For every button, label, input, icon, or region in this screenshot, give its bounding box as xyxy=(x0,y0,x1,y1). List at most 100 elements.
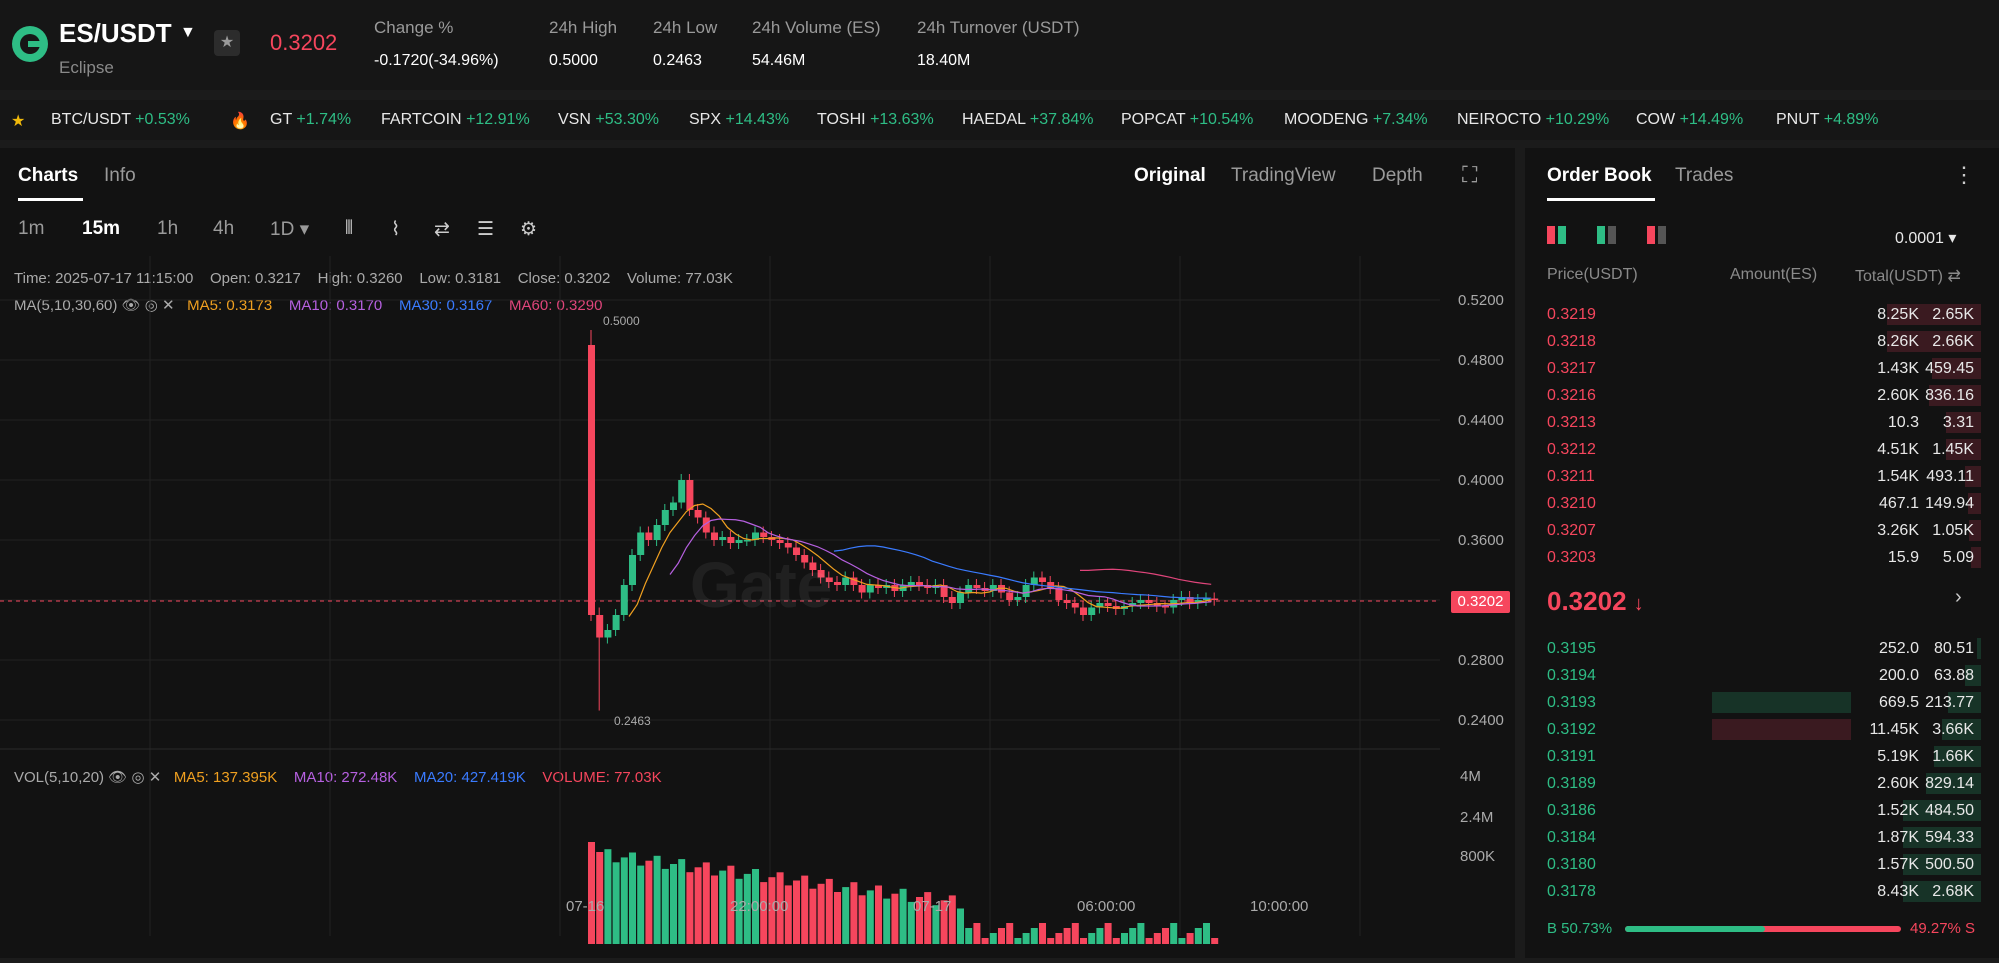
list-icon[interactable]: ☰ xyxy=(477,218,494,241)
timeframe-4h[interactable]: 4h xyxy=(213,218,234,240)
stat-value-turnover: 18.40M xyxy=(917,52,971,69)
timeframe-1h[interactable]: 1h xyxy=(157,218,178,240)
ob-total: 594.33 xyxy=(1925,829,1974,846)
candle xyxy=(1006,592,1014,600)
ticker-item[interactable]: VSN +53.30% xyxy=(558,111,659,129)
timeframe-1m[interactable]: 1m xyxy=(18,218,44,240)
view-both-icon[interactable] xyxy=(1547,226,1566,249)
stat-value-volume: 54.46M xyxy=(752,52,806,69)
candle xyxy=(1014,597,1022,600)
bid-row[interactable]: 0.3180 1.57K 500.50 xyxy=(1525,851,1999,878)
header-total: Total(USDT) ⇄ xyxy=(1855,268,1961,285)
bid-row[interactable]: 0.3186 1.52K 484.50 xyxy=(1525,797,1999,824)
arrow-down-icon: ↓ xyxy=(1633,593,1644,615)
volume-bar xyxy=(1014,938,1022,944)
ask-row[interactable]: 0.3217 1.43K 459.45 xyxy=(1525,355,1999,382)
ob-price: 0.3178 xyxy=(1547,883,1596,900)
candle xyxy=(866,585,874,593)
volume-bar xyxy=(1022,933,1030,944)
ob-total: 500.50 xyxy=(1925,856,1974,873)
tab-order-book[interactable]: Order Book xyxy=(1547,165,1652,187)
tab-info[interactable]: Info xyxy=(104,165,136,187)
depth-bar xyxy=(1977,638,1981,659)
ticker-item[interactable]: SPX +14.43% xyxy=(689,111,789,129)
fullscreen-icon[interactable]: ⛶ xyxy=(1462,162,1477,188)
ask-row[interactable]: 0.3212 4.51K 1.45K xyxy=(1525,436,1999,463)
ticker-item[interactable]: COW +14.49% xyxy=(1636,111,1743,129)
ask-row[interactable]: 0.3219 8.25K 2.65K xyxy=(1525,301,1999,328)
volume-bar xyxy=(1030,928,1038,944)
star-icon[interactable]: ★ xyxy=(11,111,25,131)
ask-row[interactable]: 0.3211 1.54K 493.11 xyxy=(1525,463,1999,490)
candle xyxy=(694,510,702,518)
candle-type-icon[interactable]: ⫴ xyxy=(345,218,353,240)
bid-row[interactable]: 0.3195 252.0 80.51 xyxy=(1525,635,1999,662)
volume-bar xyxy=(998,928,1005,944)
order-book-panel: Order Book Trades ⋮ 0.0001 ▾ Price(USDT)… xyxy=(1525,148,1999,958)
candle xyxy=(588,345,595,615)
favorite-star-icon[interactable]: ★ xyxy=(214,30,240,56)
timeframe-1d[interactable]: 1D ▾ xyxy=(270,218,309,241)
candle xyxy=(1211,598,1219,600)
indicator-icon[interactable]: ⌇ xyxy=(391,218,400,241)
volume-bar xyxy=(1186,933,1194,944)
ticker-item[interactable]: PNUT +4.89% xyxy=(1776,111,1878,129)
ask-row[interactable]: 0.3203 15.9 5.09 xyxy=(1525,544,1999,571)
volume-bar xyxy=(694,867,702,944)
high-marker: 0.5000 xyxy=(603,314,640,328)
tab-trades[interactable]: Trades xyxy=(1675,165,1733,187)
view-depth[interactable]: Depth xyxy=(1372,165,1423,187)
bid-row[interactable]: 0.3178 8.43K 2.68K xyxy=(1525,878,1999,905)
watermark-logo: Gate xyxy=(690,549,833,621)
chart-panel: Charts Info Original TradingView Depth ⛶… xyxy=(0,148,1515,958)
volume-bar xyxy=(637,865,645,944)
ask-row[interactable]: 0.3213 10.3 3.31 xyxy=(1525,409,1999,436)
volume-bar xyxy=(1162,928,1169,944)
ticker-item[interactable]: MOODENG +7.34% xyxy=(1284,111,1428,129)
compare-icon[interactable]: ⇄ xyxy=(434,218,450,241)
settings-icon[interactable]: ⚙ xyxy=(520,218,537,241)
view-tradingview[interactable]: TradingView xyxy=(1231,165,1336,187)
view-asks-icon[interactable] xyxy=(1647,226,1666,249)
pair-selector[interactable]: ES/USDT xyxy=(59,18,172,49)
ob-total: 459.45 xyxy=(1925,360,1974,377)
more-icon[interactable]: ⋮ xyxy=(1953,162,1975,188)
ob-price: 0.3184 xyxy=(1547,829,1596,846)
candle xyxy=(1088,607,1096,615)
bid-row[interactable]: 0.3184 1.87K 594.33 xyxy=(1525,824,1999,851)
bid-row[interactable]: 0.3189 2.60K 829.14 xyxy=(1525,770,1999,797)
ob-price: 0.3212 xyxy=(1547,441,1596,458)
ob-price: 0.3189 xyxy=(1547,775,1596,792)
ask-row[interactable]: 0.3218 8.26K 2.66K xyxy=(1525,328,1999,355)
ask-row[interactable]: 0.3207 3.26K 1.05K xyxy=(1525,517,1999,544)
ticker-item[interactable]: BTC/USDT +0.53% xyxy=(51,111,190,129)
ob-total: 149.94 xyxy=(1925,495,1974,512)
chevron-right-icon[interactable]: › xyxy=(1955,586,1962,609)
timeframe-15m[interactable]: 15m xyxy=(82,218,120,240)
candle xyxy=(596,615,604,638)
ob-price: 0.3211 xyxy=(1547,468,1595,485)
ticker-item[interactable]: HAEDAL +37.84% xyxy=(962,111,1094,129)
view-original[interactable]: Original xyxy=(1134,165,1206,187)
ask-row[interactable]: 0.3216 2.60K 836.16 xyxy=(1525,382,1999,409)
volume-bar xyxy=(899,888,907,944)
volume-bar xyxy=(1071,923,1079,944)
tab-charts[interactable]: Charts xyxy=(18,165,78,187)
ticker-item[interactable]: GT +1.74% xyxy=(270,111,351,129)
ticker-item[interactable]: POPCAT +10.54% xyxy=(1121,111,1253,129)
ob-total: 493.11 xyxy=(1926,468,1974,485)
bid-row[interactable]: 0.3194 200.0 63.88 xyxy=(1525,662,1999,689)
bid-row[interactable]: 0.3192 11.45K 3.66K xyxy=(1525,716,1999,743)
ask-row[interactable]: 0.3210 467.1 149.94 xyxy=(1525,490,1999,517)
volume-bar xyxy=(817,883,825,944)
ticker-item[interactable]: NEIROCTO +10.29% xyxy=(1457,111,1609,129)
ticker-item[interactable]: FARTCOIN +12.91% xyxy=(381,111,530,129)
caret-down-icon[interactable]: ▼ xyxy=(180,24,196,42)
stat-label-turnover: 24h Turnover (USDT) xyxy=(917,18,1080,37)
bid-row[interactable]: 0.3191 5.19K 1.66K xyxy=(1525,743,1999,770)
ticker-item[interactable]: TOSHI +13.63% xyxy=(817,111,934,129)
bid-row[interactable]: 0.3193 669.5 213.77 xyxy=(1525,689,1999,716)
view-bids-icon[interactable] xyxy=(1597,226,1616,249)
price-axis-label: 0.2800 xyxy=(1458,652,1504,669)
precision-select[interactable]: 0.0001 ▾ xyxy=(1895,228,1956,248)
